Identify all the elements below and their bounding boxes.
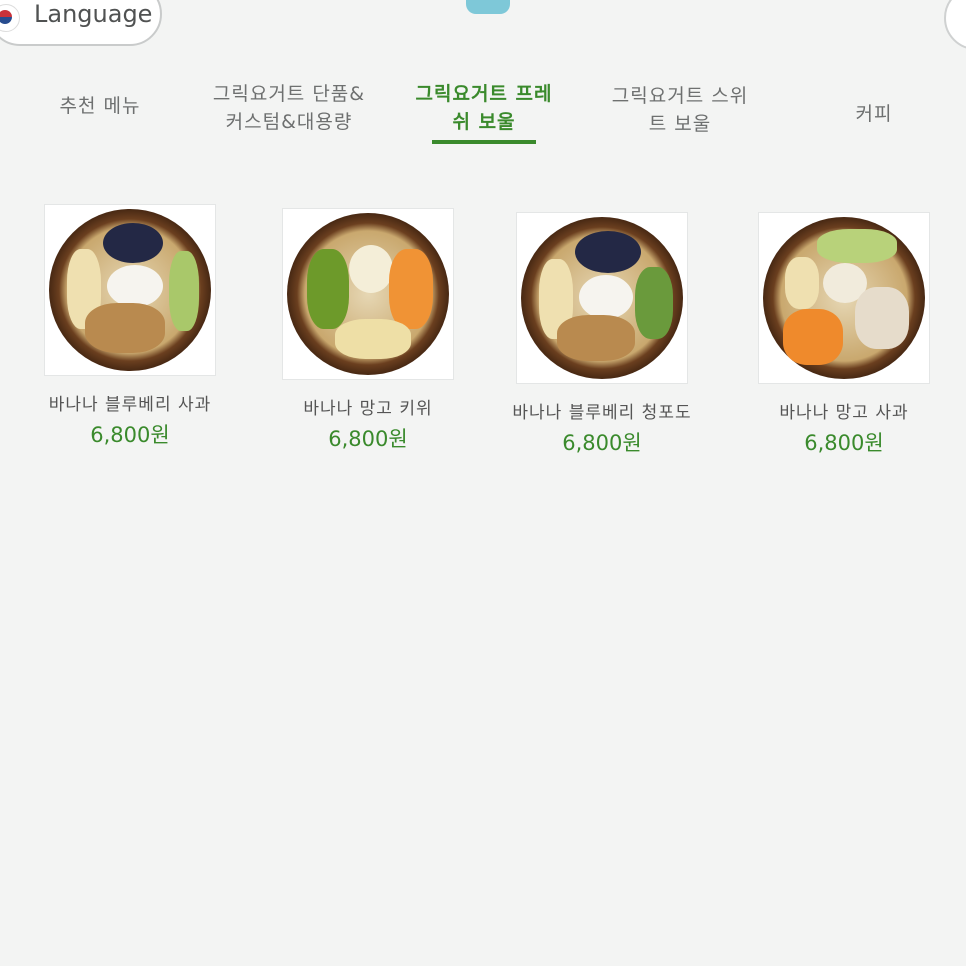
- product-price: 6,800원: [90, 423, 170, 447]
- tab-coffee[interactable]: 커피: [834, 100, 914, 128]
- tab-label-line2: 쉬 보울: [452, 111, 516, 133]
- tab-label-line1: 그릭요거트 프레: [415, 83, 553, 105]
- product-price: 6,800원: [328, 427, 408, 451]
- home-button[interactable]: [944, 0, 966, 50]
- language-button[interactable]: Language: [0, 0, 162, 46]
- product-card[interactable]: 바나나 블루베리 청포도 6,800원: [512, 212, 692, 457]
- korea-flag-icon: [0, 4, 20, 32]
- tab-recommended[interactable]: 추천 메뉴: [40, 92, 160, 120]
- tab-label: 추천 메뉴: [59, 95, 141, 117]
- product-name: 바나나 블루베리 사과: [48, 395, 212, 415]
- language-label: Language: [34, 0, 153, 28]
- product-price: 6,800원: [804, 431, 884, 455]
- product-card[interactable]: 바나나 망고 키위 6,800원: [278, 208, 458, 453]
- tab-greek-yogurt-fresh-bowl[interactable]: 그릭요거트 프레 쉬 보울: [396, 80, 572, 136]
- product-name: 바나나 망고 키위: [303, 399, 433, 419]
- product-image: [282, 208, 454, 380]
- product-card[interactable]: 바나나 블루베리 사과 6,800원: [40, 204, 220, 449]
- top-bar: Language: [0, 0, 966, 52]
- tab-label-line1: 그릭요거트 스위: [611, 85, 749, 107]
- category-tabs: 추천 메뉴 그릭요거트 단품& 커스텀&대용량 그릭요거트 프레 쉬 보울 그릭…: [0, 70, 966, 160]
- product-image: [44, 204, 216, 376]
- product-card[interactable]: 바나나 망고 사과 6,800원: [752, 212, 936, 457]
- tab-greek-yogurt-single[interactable]: 그릭요거트 단품& 커스텀&대용량: [196, 80, 382, 136]
- product-image: [516, 212, 688, 384]
- tab-label-line2: 트 보울: [648, 113, 712, 135]
- active-tab-indicator: [432, 140, 536, 144]
- tab-label: 커피: [855, 103, 893, 125]
- product-image: [758, 212, 930, 384]
- brand-logo: [466, 0, 510, 14]
- tab-label-line2: 커스텀&대용량: [225, 111, 353, 133]
- product-price: 6,800원: [562, 431, 642, 455]
- product-name: 바나나 블루베리 청포도: [512, 403, 692, 423]
- tab-greek-yogurt-sweet-bowl[interactable]: 그릭요거트 스위 트 보울: [592, 82, 768, 138]
- tab-label-line1: 그릭요거트 단품&: [212, 83, 366, 105]
- product-name: 바나나 망고 사과: [779, 403, 909, 423]
